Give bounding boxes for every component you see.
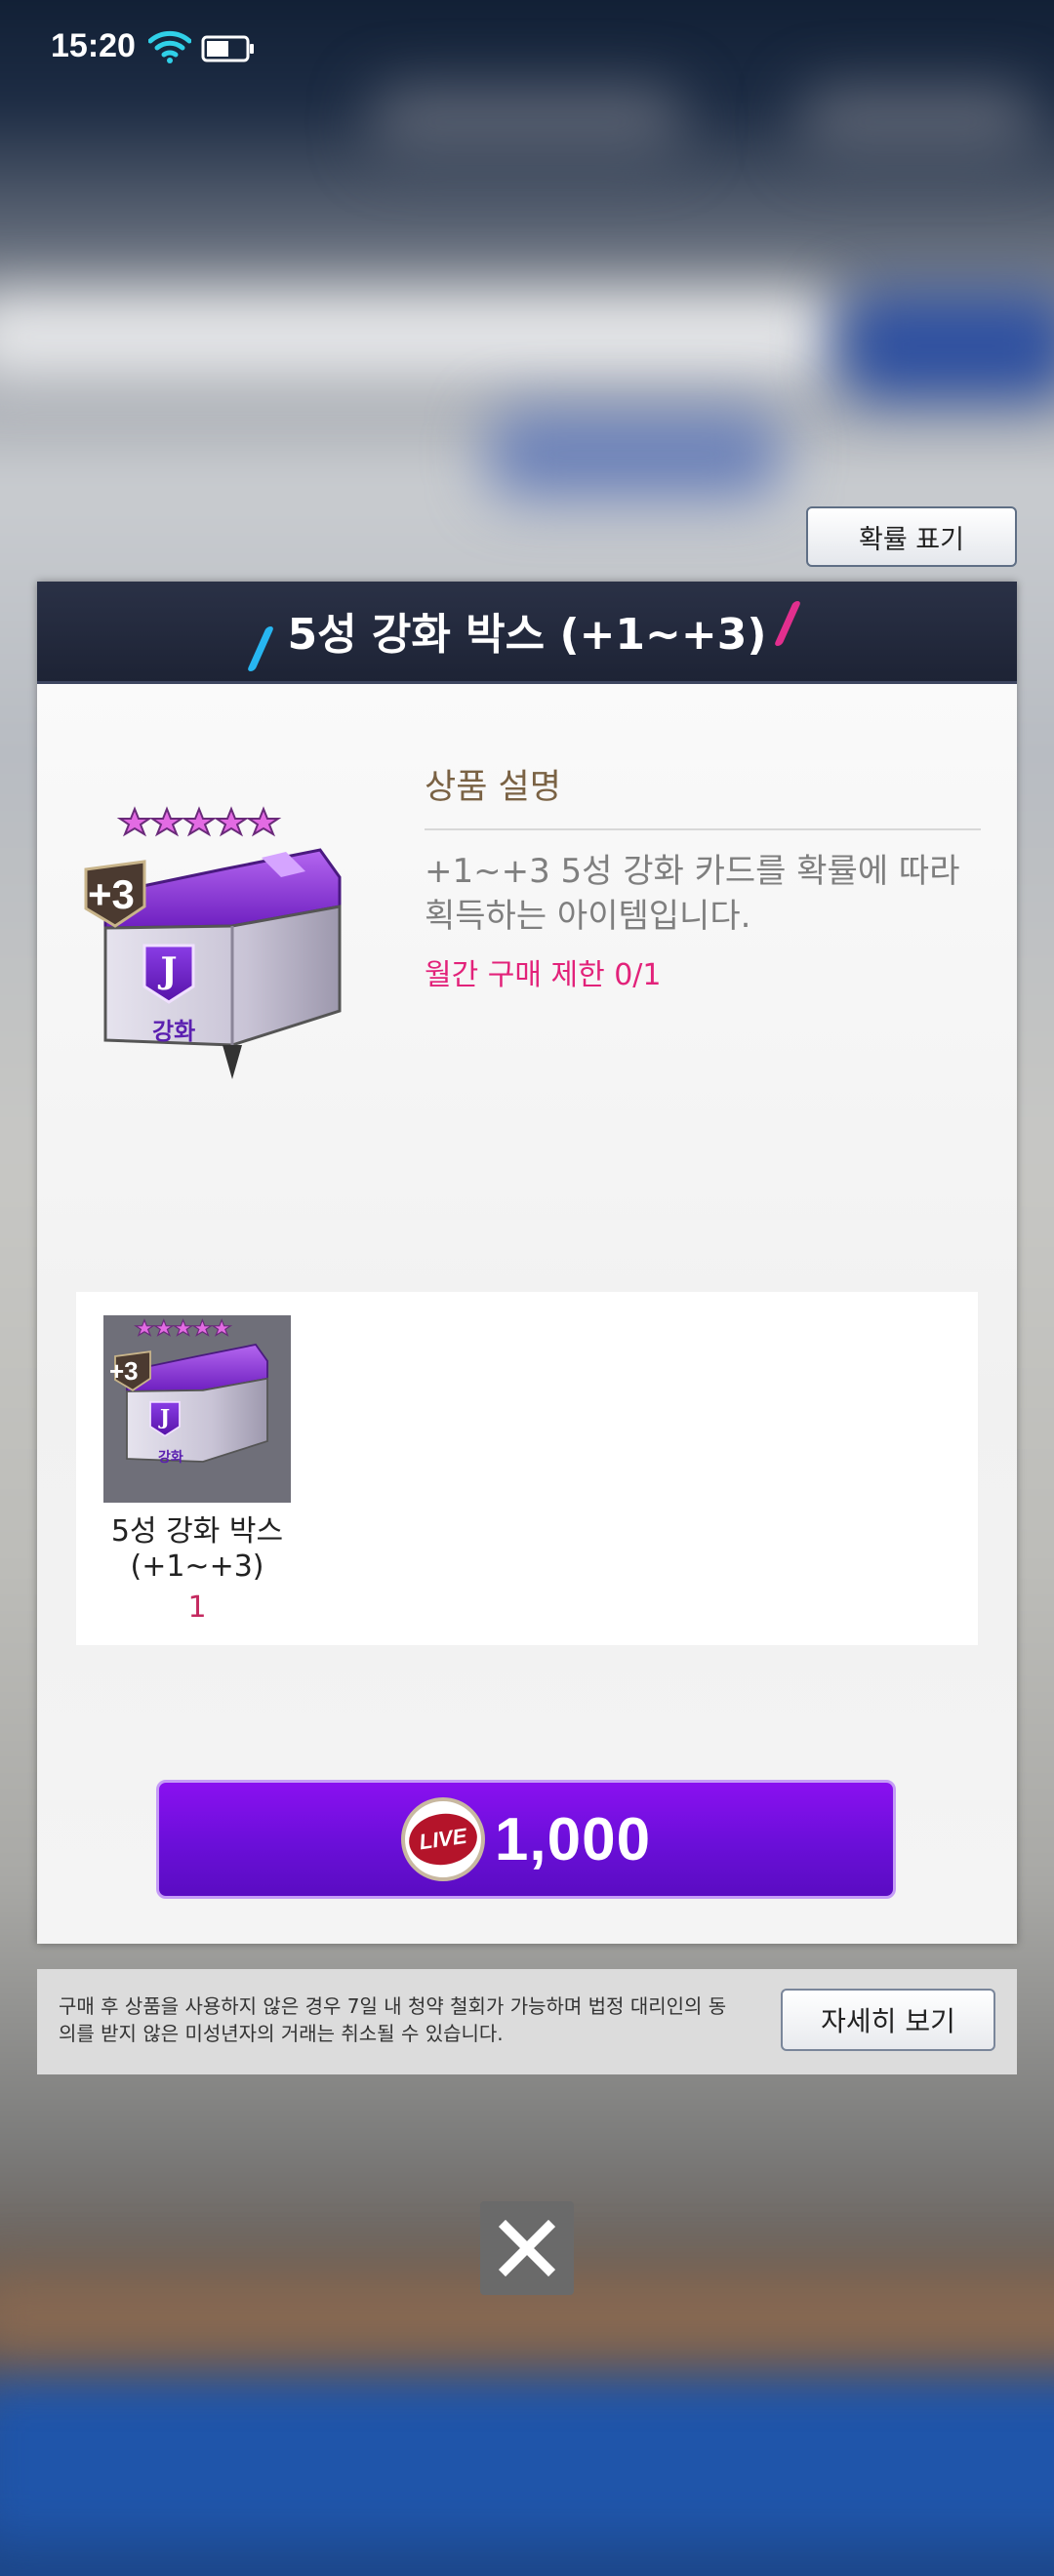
purchase-limit: 월간 구매 제한 0/1 <box>425 958 662 992</box>
item-thumbnail[interactable]: J +3 강화 <box>103 1315 291 1503</box>
svg-text:J: J <box>158 1406 170 1430</box>
purchase-modal: 5성 강화 박스 (+1~+3) J +3 강화 상품 설명 +1~+3 5성 … <box>37 582 1017 1944</box>
description-heading: 상품 설명 <box>425 768 561 807</box>
close-button[interactable] <box>480 2201 574 2295</box>
probability-button[interactable]: 확률 표기 <box>806 506 1017 567</box>
battery-icon <box>201 35 254 62</box>
live-coin-text: LIVE <box>405 1809 481 1870</box>
included-items-panel: J +3 강화 5성 강화 박스 (+1~+3) 1 <box>76 1292 978 1645</box>
box-plus-badge: +3 <box>88 871 135 917</box>
description-divider <box>425 828 981 830</box>
price-label: 1,000 <box>494 1805 652 1873</box>
close-icon <box>498 2219 556 2277</box>
small-box-icon: J <box>114 1318 268 1463</box>
modal-header: 5성 강화 박스 (+1~+3) <box>37 582 1017 684</box>
status-time: 15:20 <box>51 27 136 64</box>
wifi-icon <box>147 29 192 68</box>
description-text: +1~+3 5성 강화 카드를 확률에 따라 획득하는 아이템입니다. <box>425 852 960 936</box>
box-item-image: J +3 강화 <box>76 801 369 1117</box>
svg-text:J: J <box>157 950 177 991</box>
item-count: 1 <box>187 1590 207 1625</box>
buy-button[interactable]: LIVE 1,000 <box>156 1780 896 1899</box>
notice-text: 구매 후 상품을 사용하지 않은 경우 7일 내 청약 철회가 가능하며 법정 … <box>59 1994 727 2045</box>
box-label: 강화 <box>152 1018 196 1045</box>
item-plus-badge: +3 <box>109 1356 139 1386</box>
item-name: 5성 강화 박스 (+1~+3) <box>110 1514 284 1584</box>
refund-notice: 구매 후 상품을 사용하지 않은 경우 7일 내 청약 철회가 가능하며 법정 … <box>37 1969 1017 2074</box>
view-details-button[interactable]: 자세히 보기 <box>781 1989 995 2051</box>
item-box-label: 강화 <box>158 1450 183 1466</box>
modal-title: 5성 강화 박스 (+1~+3) <box>287 610 767 660</box>
live-coin-icon: LIVE <box>400 1797 485 1881</box>
status-bar: 15:20 <box>0 0 1054 98</box>
